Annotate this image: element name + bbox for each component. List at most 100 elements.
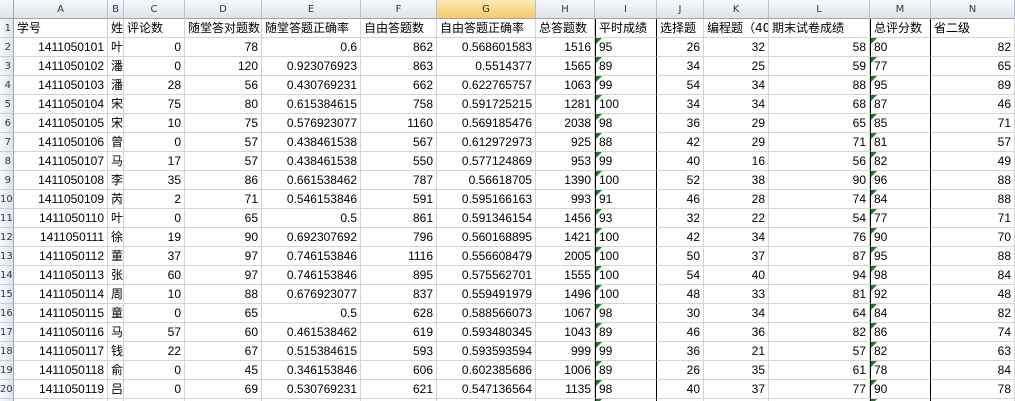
table-cell[interactable]: 40: [657, 152, 704, 171]
table-cell[interactable]: 89: [931, 76, 1015, 95]
table-cell[interactable]: 50: [657, 247, 704, 266]
table-cell[interactable]: 1411050119: [14, 380, 108, 399]
table-cell[interactable]: 953: [536, 152, 595, 171]
table-cell[interactable]: 85: [870, 114, 931, 133]
column-header-f[interactable]: F: [361, 0, 437, 19]
table-cell[interactable]: 1565: [536, 57, 595, 76]
column-header-d[interactable]: D: [185, 0, 262, 19]
table-cell[interactable]: 89: [595, 361, 657, 380]
row-header[interactable]: 1: [0, 19, 14, 38]
table-cell[interactable]: 591: [361, 190, 437, 209]
table-cell[interactable]: 0.5: [262, 304, 361, 323]
table-cell[interactable]: 48: [931, 285, 1015, 304]
column-header-g[interactable]: G: [437, 0, 536, 19]
table-cell[interactable]: 98: [595, 114, 657, 133]
row-header[interactable]: 4: [0, 76, 14, 95]
table-cell[interactable]: 48: [657, 285, 704, 304]
table-cell[interactable]: 1411050110: [14, 209, 108, 228]
row-header[interactable]: 7: [0, 133, 14, 152]
table-cell[interactable]: 100: [595, 228, 657, 247]
table-cell[interactable]: 0.576923077: [262, 114, 361, 133]
table-cell[interactable]: 28: [704, 190, 769, 209]
header-cell[interactable]: 编程题（40: [704, 19, 769, 38]
table-cell[interactable]: 71: [931, 114, 1015, 133]
row-header[interactable]: 10: [0, 190, 14, 209]
table-cell[interactable]: 65: [185, 209, 262, 228]
table-cell[interactable]: 98: [595, 304, 657, 323]
table-cell[interactable]: 65: [769, 114, 870, 133]
table-cell[interactable]: 0.546153846: [262, 190, 361, 209]
table-cell[interactable]: 88: [931, 171, 1015, 190]
table-cell[interactable]: 78: [870, 361, 931, 380]
table-cell[interactable]: 75: [124, 95, 185, 114]
table-cell[interactable]: 1135: [536, 380, 595, 399]
table-cell[interactable]: 26: [657, 361, 704, 380]
table-cell[interactable]: 82: [931, 38, 1015, 57]
table-cell[interactable]: 0.612972973: [437, 133, 536, 152]
table-cell[interactable]: 1411050118: [14, 361, 108, 380]
header-cell[interactable]: 选择题（: [657, 19, 704, 38]
table-cell[interactable]: 71: [931, 209, 1015, 228]
table-cell[interactable]: 68: [769, 95, 870, 114]
table-cell[interactable]: 0.575562701: [437, 266, 536, 285]
table-cell[interactable]: 100: [595, 247, 657, 266]
table-cell[interactable]: 1281: [536, 95, 595, 114]
table-cell[interactable]: 0.676923077: [262, 285, 361, 304]
table-cell[interactable]: 潘: [108, 57, 124, 76]
table-cell[interactable]: 0: [124, 380, 185, 399]
table-cell[interactable]: 1411050107: [14, 152, 108, 171]
table-cell[interactable]: 84: [870, 190, 931, 209]
table-cell[interactable]: 37: [704, 247, 769, 266]
table-cell[interactable]: 1390: [536, 171, 595, 190]
table-cell[interactable]: 35: [704, 361, 769, 380]
table-cell[interactable]: 0.56618705: [437, 171, 536, 190]
table-cell[interactable]: 0.569185476: [437, 114, 536, 133]
table-cell[interactable]: 99: [595, 152, 657, 171]
table-cell[interactable]: 0.560168895: [437, 228, 536, 247]
table-cell[interactable]: 吕: [108, 380, 124, 399]
table-cell[interactable]: 91: [595, 190, 657, 209]
table-cell[interactable]: 57: [124, 323, 185, 342]
row-header[interactable]: 20: [0, 380, 14, 399]
table-cell[interactable]: 993: [536, 190, 595, 209]
table-cell[interactable]: 0.438461538: [262, 152, 361, 171]
table-cell[interactable]: 95: [870, 247, 931, 266]
row-header[interactable]: 16: [0, 304, 14, 323]
table-cell[interactable]: 1006: [536, 361, 595, 380]
table-cell[interactable]: 1411050105: [14, 114, 108, 133]
table-cell[interactable]: 37: [704, 380, 769, 399]
table-cell[interactable]: 0.593480345: [437, 323, 536, 342]
header-cell[interactable]: 总评分数: [870, 19, 931, 38]
table-cell[interactable]: 1067: [536, 304, 595, 323]
table-cell[interactable]: 92: [870, 285, 931, 304]
table-cell[interactable]: 87: [870, 95, 931, 114]
table-cell[interactable]: 88: [185, 285, 262, 304]
table-cell[interactable]: 1496: [536, 285, 595, 304]
table-cell[interactable]: 49: [931, 152, 1015, 171]
table-cell[interactable]: 0: [124, 133, 185, 152]
table-cell[interactable]: 895: [361, 266, 437, 285]
table-cell[interactable]: 32: [657, 209, 704, 228]
table-cell[interactable]: 0.602385686: [437, 361, 536, 380]
table-cell[interactable]: 0.746153846: [262, 266, 361, 285]
table-cell[interactable]: 65: [185, 304, 262, 323]
table-cell[interactable]: 758: [361, 95, 437, 114]
table-cell[interactable]: 84: [870, 304, 931, 323]
table-cell[interactable]: 1421: [536, 228, 595, 247]
table-cell[interactable]: 2: [124, 190, 185, 209]
header-cell[interactable]: 自由答题数: [361, 19, 437, 38]
header-cell[interactable]: 自由答题正确率: [437, 19, 536, 38]
table-cell[interactable]: 0.577124869: [437, 152, 536, 171]
table-cell[interactable]: 40: [657, 380, 704, 399]
column-header-c[interactable]: C: [124, 0, 185, 19]
row-header[interactable]: 15: [0, 285, 14, 304]
table-cell[interactable]: 77: [870, 209, 931, 228]
table-cell[interactable]: 22: [124, 342, 185, 361]
table-cell[interactable]: 100: [595, 171, 657, 190]
table-cell[interactable]: 863: [361, 57, 437, 76]
table-cell[interactable]: 0.568601583: [437, 38, 536, 57]
column-header-h[interactable]: H: [536, 0, 595, 19]
column-header-m[interactable]: M: [870, 0, 931, 19]
table-cell[interactable]: 861: [361, 209, 437, 228]
table-cell[interactable]: 1411050108: [14, 171, 108, 190]
